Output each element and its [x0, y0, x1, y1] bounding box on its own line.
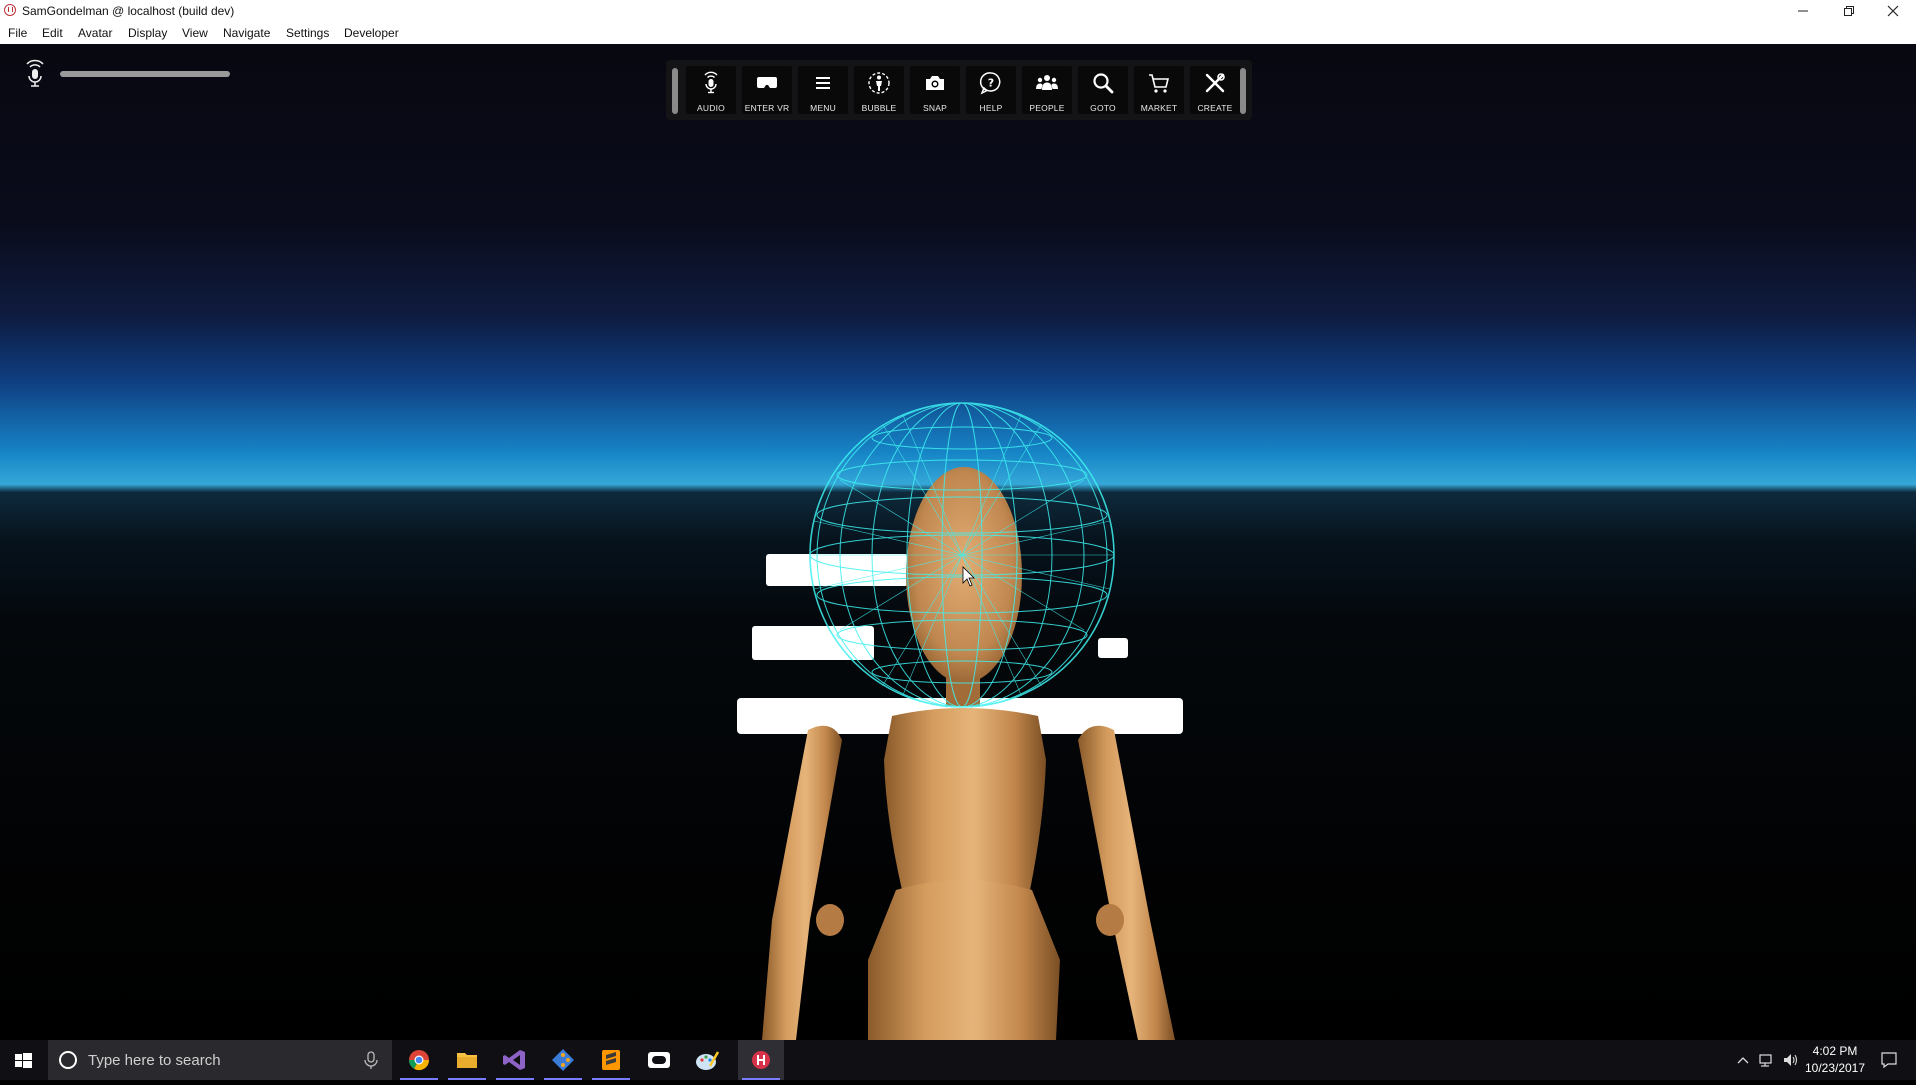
- svg-text:?: ?: [988, 77, 994, 90]
- menu-view[interactable]: View: [182, 26, 208, 40]
- minimize-button[interactable]: [1780, 0, 1826, 22]
- enter-vr-label: ENTER VR: [744, 103, 790, 113]
- windows-logo-icon: [15, 1053, 32, 1068]
- clock[interactable]: 4:02 PM 10/23/2017: [1800, 1043, 1870, 1077]
- menu-file[interactable]: File: [8, 26, 27, 40]
- notifications-icon[interactable]: [1880, 1051, 1898, 1069]
- restore-button[interactable]: [1826, 0, 1872, 22]
- start-button[interactable]: [0, 1040, 46, 1080]
- taskbar-file-explorer[interactable]: [444, 1040, 490, 1080]
- toolbar-left-handle[interactable]: [672, 68, 678, 114]
- windows-taskbar: Type here to search 4:02 PM 10/23/2017: [0, 1040, 1916, 1080]
- restore-icon: [1844, 6, 1854, 16]
- menu-button[interactable]: MENU: [798, 66, 848, 114]
- oculus-icon: [648, 1052, 670, 1068]
- audio-level-meter: [60, 71, 230, 77]
- bubble-label: BUBBLE: [861, 103, 897, 113]
- bubble-wireframe: [809, 402, 1115, 708]
- audio-button[interactable]: AUDIO: [686, 66, 736, 114]
- people-button[interactable]: PEOPLE: [1022, 66, 1072, 114]
- app-logo-icon: [4, 4, 16, 16]
- magnifier-icon: [1093, 73, 1114, 94]
- toolbar-right-handle[interactable]: [1240, 68, 1246, 114]
- close-button[interactable]: [1870, 0, 1916, 22]
- goto-label: GOTO: [1090, 103, 1116, 113]
- chrome-icon: [408, 1050, 430, 1071]
- goto-button[interactable]: GOTO: [1078, 66, 1128, 114]
- microphone-icon[interactable]: [22, 58, 48, 90]
- clock-date: 10/23/2017: [1804, 1061, 1866, 1075]
- help-label: HELP: [979, 103, 1003, 113]
- hamburger-menu-icon: [816, 77, 830, 89]
- volume-icon[interactable]: [1782, 1052, 1800, 1068]
- search-placeholder: Type here to search: [88, 1052, 221, 1069]
- taskbar-sublime-text[interactable]: [588, 1040, 634, 1080]
- people-label: PEOPLE: [1029, 103, 1065, 113]
- cortana-icon: [59, 1051, 77, 1069]
- file-explorer-icon: [457, 1053, 477, 1068]
- bubble-button[interactable]: BUBBLE: [854, 66, 904, 114]
- tools-icon: [1205, 73, 1225, 93]
- people-icon: [1036, 75, 1058, 90]
- window-titlebar: SamGondelman @ localhost (build dev): [0, 0, 1916, 22]
- camera-icon: [926, 76, 944, 90]
- enter-vr-button[interactable]: ENTER VR: [742, 66, 792, 114]
- menu-display[interactable]: Display: [128, 26, 167, 40]
- paint-icon: [696, 1051, 720, 1070]
- high-fidelity-icon: [752, 1051, 770, 1069]
- snap-button[interactable]: SNAP: [910, 66, 960, 114]
- audio-label: AUDIO: [697, 103, 725, 113]
- create-button[interactable]: CREATE: [1190, 66, 1240, 114]
- snap-label: SNAP: [923, 103, 947, 113]
- taskbar-visual-studio[interactable]: [492, 1040, 538, 1080]
- help-button[interactable]: ? HELP: [966, 66, 1016, 114]
- avatar-scene[interactable]: [700, 400, 1220, 1040]
- taskbar-git[interactable]: [540, 1040, 586, 1080]
- vr-headset-icon: [757, 77, 777, 88]
- cart-icon: [1149, 74, 1170, 93]
- taskbar-search-box[interactable]: Type here to search: [48, 1040, 392, 1080]
- chevron-up-icon[interactable]: [1736, 1053, 1750, 1067]
- bubble-person-icon: [868, 72, 890, 94]
- visual-studio-icon: [503, 1050, 525, 1070]
- market-label: MARKET: [1140, 103, 1178, 113]
- menu-bar: File Edit Avatar Display View Navigate S…: [0, 22, 1916, 44]
- minimize-icon: [1798, 10, 1808, 12]
- network-icon[interactable]: [1758, 1052, 1776, 1068]
- git-icon: [552, 1049, 574, 1071]
- menu-edit[interactable]: Edit: [42, 26, 63, 40]
- menu-developer[interactable]: Developer: [344, 26, 399, 40]
- taskbar-high-fidelity[interactable]: [738, 1040, 784, 1080]
- clock-time: 4:02 PM: [1812, 1044, 1858, 1058]
- sublime-text-icon: [602, 1050, 620, 1070]
- create-label: CREATE: [1197, 103, 1233, 113]
- help-icon: ?: [979, 72, 1001, 95]
- menu-avatar[interactable]: Avatar: [78, 26, 112, 40]
- microphone-icon[interactable]: [361, 1050, 381, 1070]
- market-button[interactable]: MARKET: [1134, 66, 1184, 114]
- taskbar-paint[interactable]: [684, 1040, 730, 1080]
- menu-settings[interactable]: Settings: [286, 26, 329, 40]
- close-icon: [1887, 5, 1899, 17]
- hifi-toolbar: AUDIO ENTER VR MENU BUBBLE SNAP ? HELP P…: [666, 60, 1252, 120]
- window-title: SamGondelman @ localhost (build dev): [22, 4, 235, 18]
- menu-navigate[interactable]: Navigate: [223, 26, 270, 40]
- taskbar-chrome[interactable]: [396, 1040, 442, 1080]
- microphone-icon: [704, 71, 718, 94]
- taskbar-oculus[interactable]: [636, 1040, 682, 1080]
- menu-label: MENU: [810, 103, 836, 113]
